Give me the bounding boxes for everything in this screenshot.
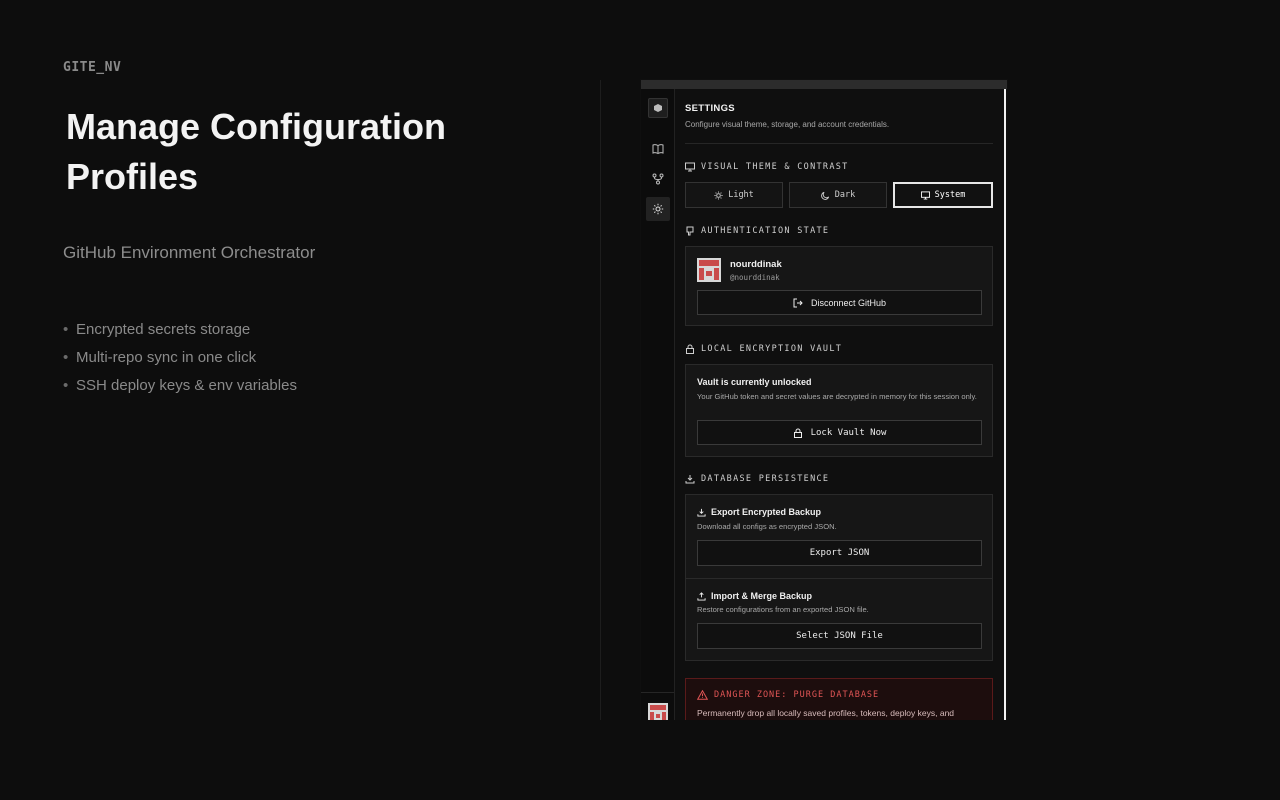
download-icon — [685, 475, 695, 484]
book-icon — [652, 144, 664, 155]
git-branch-icon — [652, 173, 664, 185]
vertical-divider — [600, 80, 601, 720]
moon-icon — [820, 191, 829, 200]
danger-zone-heading: DANGER ZONE: PURGE DATABASE — [697, 690, 879, 700]
database-section-heading: DATABASE PERSISTENCE — [685, 474, 829, 484]
download-icon — [697, 508, 706, 517]
page-title: SETTINGS — [685, 103, 735, 114]
vault-status-desc: Your GitHub token and secret values are … — [697, 392, 977, 401]
lock-icon — [686, 344, 694, 354]
sidebar-item-settings[interactable] — [646, 197, 670, 221]
sidebar-item-docs[interactable] — [646, 137, 670, 161]
auth-panel: nourddinak @nourddinak Disconnect GitHub — [685, 246, 993, 326]
username: nourddinak — [730, 259, 782, 270]
export-backup-desc: Download all configs as encrypted JSON. — [697, 522, 837, 531]
logout-icon — [793, 298, 803, 307]
disconnect-github-button[interactable]: Disconnect GitHub — [697, 290, 982, 315]
sidebar-divider — [641, 692, 674, 693]
vault-section-heading: LOCAL ENCRYPTION VAULT — [685, 344, 842, 354]
feature-list: • Encrypted secrets storage • Multi-repo s… — [63, 320, 297, 404]
github-icon — [686, 226, 694, 236]
scrollbar[interactable] — [1004, 89, 1006, 720]
danger-zone-desc: Permanently drop all locally saved profi… — [697, 708, 955, 718]
sun-icon — [714, 190, 723, 200]
theme-option-light[interactable]: Light — [685, 182, 783, 208]
theme-option-dark[interactable]: Dark — [789, 182, 887, 208]
select-json-file-button[interactable]: Select JSON File — [697, 623, 982, 649]
lock-icon — [793, 428, 802, 438]
feature-item: • Encrypted secrets storage — [63, 321, 251, 338]
export-json-button[interactable]: Export JSON — [697, 540, 982, 566]
sidebar — [641, 89, 675, 720]
monitor-icon — [685, 162, 695, 172]
brand-label: GITE_NV — [63, 60, 122, 75]
tagline: GitHub Environment Orchestrator — [63, 243, 316, 262]
app-window: SETTINGS Configure visual theme, storage… — [640, 79, 1008, 720]
user-handle: @nourddinak — [730, 273, 780, 282]
divider — [685, 143, 993, 144]
upload-icon — [697, 591, 706, 601]
avatar[interactable] — [648, 703, 668, 720]
gear-icon — [652, 203, 664, 215]
warning-icon — [697, 690, 708, 700]
monitor-icon — [920, 190, 930, 200]
window-titlebar — [641, 80, 1007, 89]
import-backup-title: Import & Merge Backup — [697, 591, 812, 601]
theme-selector: Light Dark System — [685, 182, 993, 208]
import-backup-desc: Restore configurations from an exported … — [697, 605, 869, 614]
auth-section-heading: AUTHENTICATION STATE — [685, 226, 829, 236]
vault-panel: Vault is currently unlocked Your GitHub … — [685, 364, 993, 457]
avatar — [697, 258, 721, 282]
vault-status-title: Vault is currently unlocked — [697, 377, 812, 387]
export-backup-title: Export Encrypted Backup — [697, 507, 821, 517]
lock-vault-button[interactable]: Lock Vault Now — [697, 420, 982, 445]
app-logo-icon[interactable] — [648, 98, 668, 118]
settings-content: SETTINGS Configure visual theme, storage… — [685, 89, 993, 720]
danger-zone-panel: DANGER ZONE: PURGE DATABASE Permanently … — [685, 678, 993, 720]
page-subtitle: Configure visual theme, storage, and acc… — [685, 120, 890, 129]
database-panel: Export Encrypted Backup Download all con… — [685, 494, 993, 661]
sidebar-item-branches[interactable] — [646, 167, 670, 191]
theme-option-system[interactable]: System — [893, 182, 993, 208]
headline: Manage Configuration Profiles — [66, 106, 446, 197]
feature-item: • Multi-repo sync in one click — [63, 349, 257, 366]
feature-item: • SSH deploy keys & env variables — [63, 377, 297, 394]
divider — [686, 578, 992, 579]
theme-section-heading: VISUAL THEME & CONTRAST — [685, 162, 849, 172]
